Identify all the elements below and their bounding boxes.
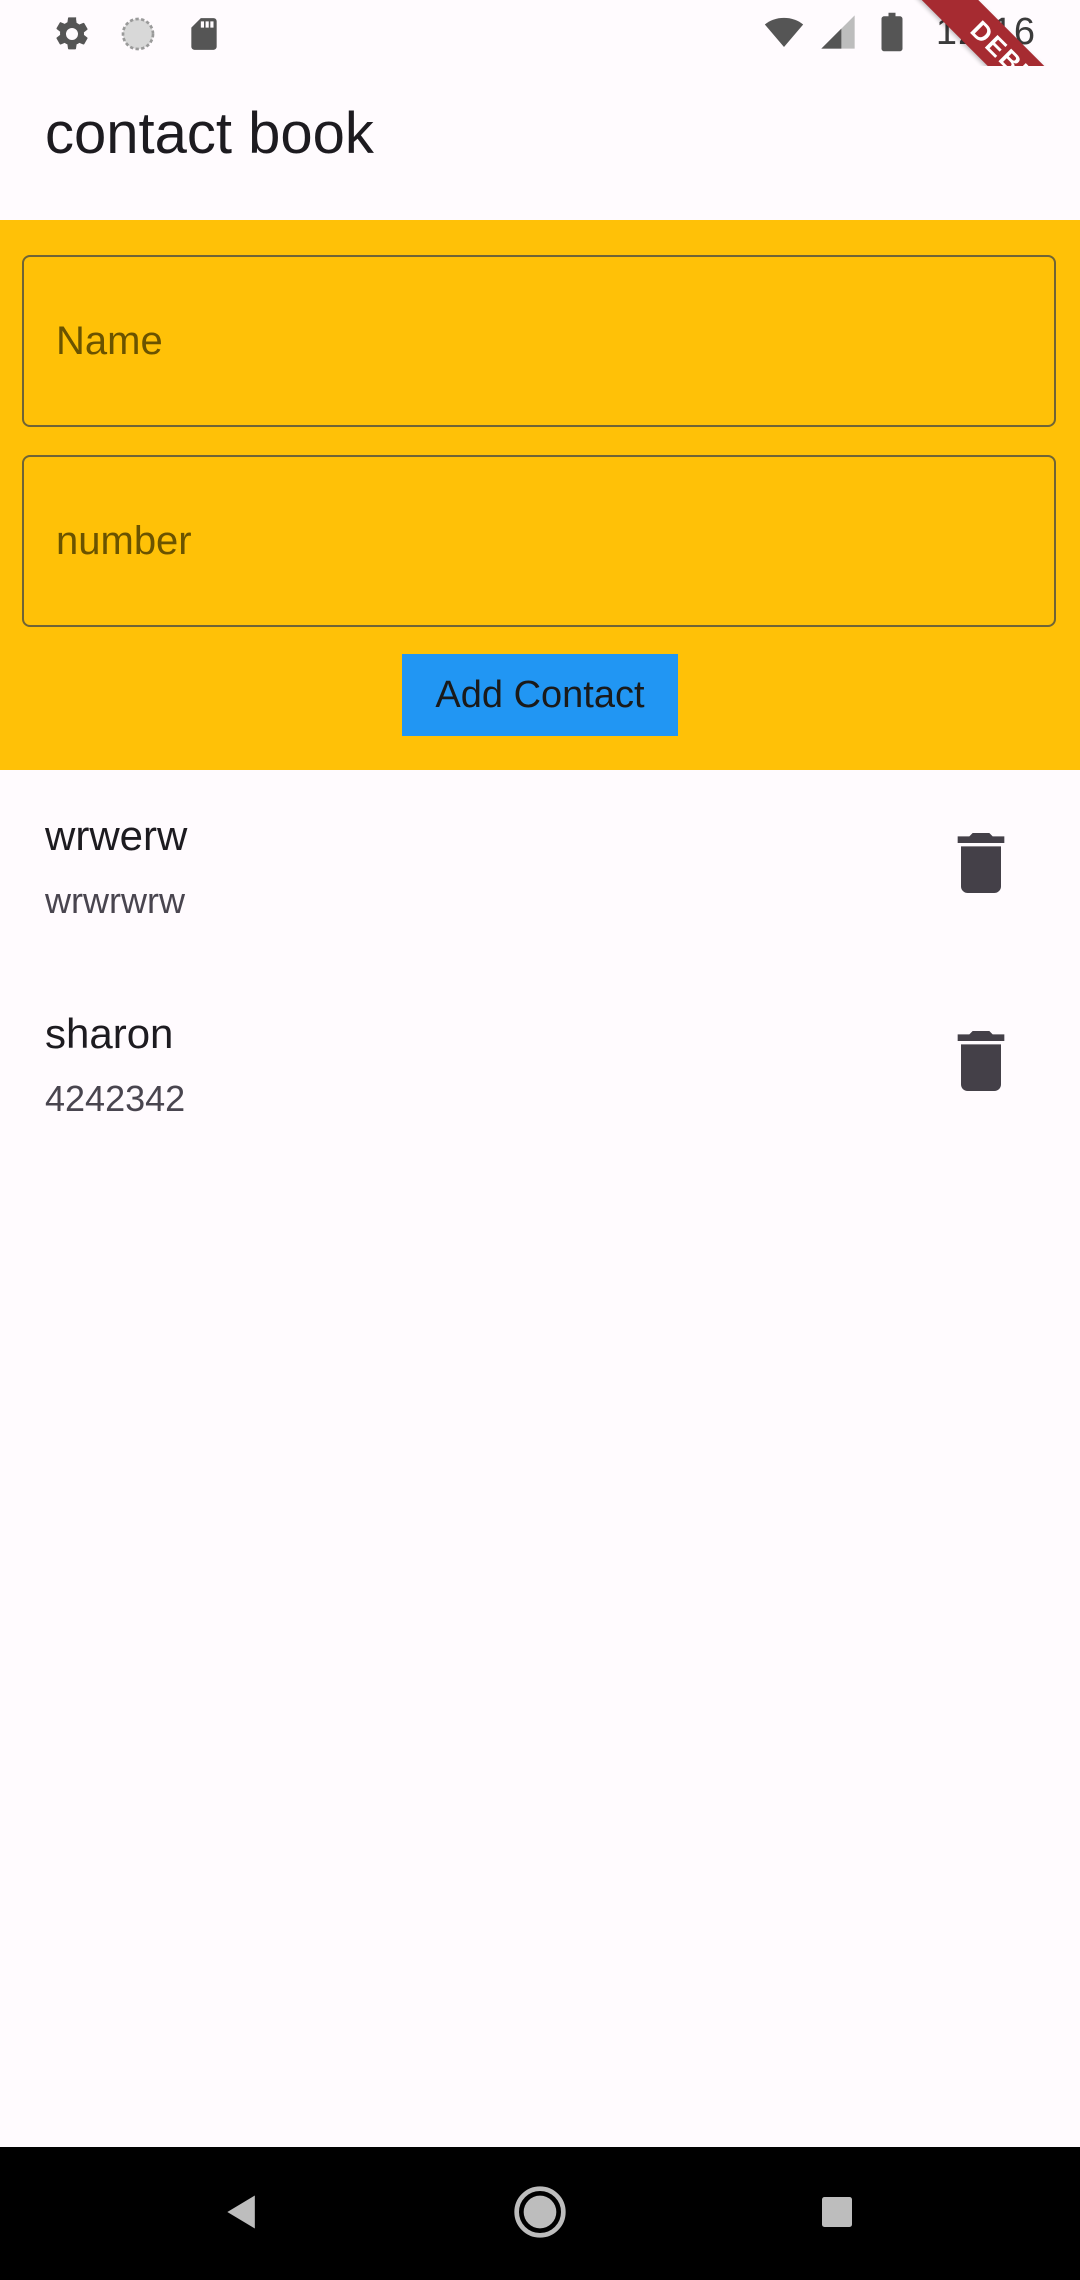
- trash-icon: [953, 1030, 1009, 1096]
- home-icon: [512, 2184, 568, 2245]
- list-item[interactable]: wrwerw wrwrwrw: [0, 770, 1080, 968]
- status-right-icons: 12:16: [764, 10, 1036, 54]
- wifi-icon: [764, 10, 804, 54]
- contact-name: sharon: [45, 1010, 174, 1057]
- name-field[interactable]: [22, 255, 1056, 427]
- battery-icon: [872, 10, 912, 54]
- number-field[interactable]: [22, 455, 1056, 627]
- trash-icon: [953, 832, 1009, 898]
- page-title: contact book: [45, 101, 374, 166]
- contact-form: Add Contact: [0, 220, 1080, 770]
- back-icon: [220, 2190, 264, 2239]
- delete-button[interactable]: [948, 1030, 1014, 1096]
- number-input[interactable]: [24, 457, 1054, 625]
- loading-icon: [116, 12, 160, 56]
- system-navigation-bar: [0, 2147, 1080, 2280]
- status-bar: 12:16: [0, 0, 1080, 66]
- contact-number: wrwrwrw: [45, 880, 185, 921]
- home-button[interactable]: [495, 2169, 585, 2259]
- recents-icon: [817, 2192, 857, 2237]
- name-input[interactable]: [24, 257, 1054, 425]
- status-time: 12:16: [935, 10, 1036, 53]
- cell-signal-icon: [818, 10, 858, 54]
- add-contact-button[interactable]: Add Contact: [402, 654, 678, 736]
- status-left-icons: [50, 12, 226, 56]
- back-button[interactable]: [197, 2169, 287, 2259]
- recents-button[interactable]: [792, 2169, 882, 2259]
- sd-card-icon: [182, 12, 226, 56]
- list-item[interactable]: sharon 4242342: [0, 968, 1080, 1166]
- app-bar: contact book: [0, 66, 1080, 220]
- contact-list: wrwerw wrwrwrw sharon 4242342: [0, 770, 1080, 1166]
- delete-button[interactable]: [948, 832, 1014, 898]
- contact-name: wrwerw: [45, 812, 188, 859]
- contact-number: 4242342: [45, 1078, 186, 1119]
- settings-icon: [50, 12, 94, 56]
